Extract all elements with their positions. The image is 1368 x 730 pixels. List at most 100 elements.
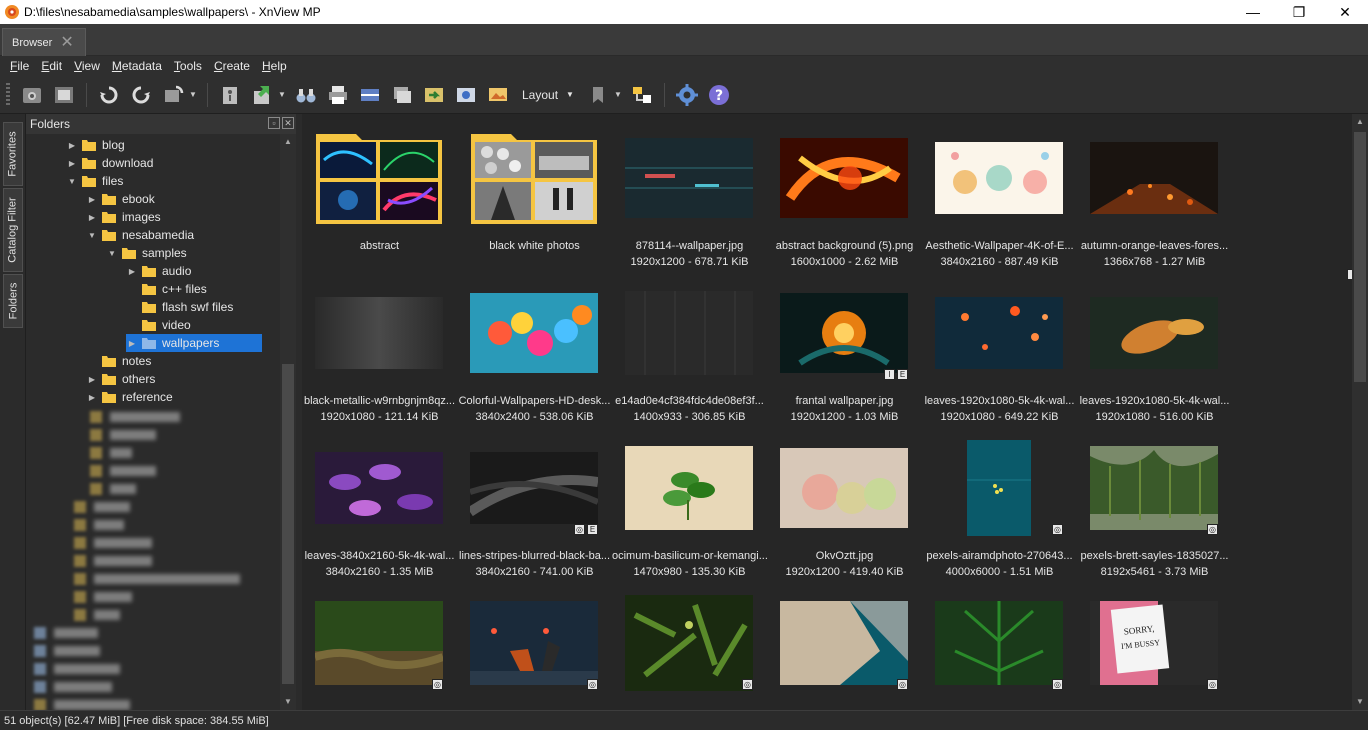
thumbnail-item[interactable]: e14ad0e4cf384fdc4de08ef3f... 1400x933 - … xyxy=(612,269,764,423)
menu-tools[interactable]: Tools xyxy=(168,59,208,73)
batch-convert-icon[interactable] xyxy=(388,81,416,109)
thumbnail-item[interactable]: black-metallic-w9rnbgnjm8qz... 1920x1080… xyxy=(302,269,455,423)
bookmark-dropdown-icon[interactable]: ▼ xyxy=(614,81,622,109)
folder-tree-icon[interactable] xyxy=(628,81,656,109)
chevron-right-icon[interactable]: ▶ xyxy=(66,159,78,168)
rotate-right-icon[interactable] xyxy=(127,81,155,109)
chevron-right-icon[interactable]: ▶ xyxy=(126,339,138,348)
scroll-down-icon[interactable]: ▼ xyxy=(1352,694,1368,710)
acquire-icon[interactable] xyxy=(18,81,46,109)
thumbnail-item[interactable]: leaves-3840x2160-5k-4k-wal... 3840x2160 … xyxy=(302,424,454,578)
chevron-down-icon[interactable]: ▼ xyxy=(106,249,118,258)
folder-tree-scrollbar[interactable]: ▲ ▼ xyxy=(280,134,296,710)
scan-icon[interactable] xyxy=(356,81,384,109)
thumbnail-item[interactable]: abstract background (5).png 1600x1000 - … xyxy=(767,114,917,268)
tab-browser[interactable]: Browser ✕ xyxy=(2,28,86,56)
thumbnail-item[interactable]: SORRY, I'M BUSSY xyxy=(1077,579,1227,710)
slideshow-icon[interactable] xyxy=(484,81,512,109)
sidetab-folders[interactable]: Folders xyxy=(3,274,23,328)
export-icon[interactable] xyxy=(248,81,276,109)
chevron-right-icon[interactable]: ▶ xyxy=(86,393,98,402)
menu-file[interactable]: File xyxy=(4,59,35,73)
layout-dropdown[interactable]: Layout ▼ xyxy=(522,88,574,102)
close-window-button[interactable]: ✕ xyxy=(1322,0,1368,24)
maximize-button[interactable]: ❐ xyxy=(1276,0,1322,24)
menu-metadata[interactable]: Metadata xyxy=(106,59,168,73)
chevron-right-icon[interactable]: ▶ xyxy=(86,375,98,384)
close-icon[interactable]: ✕ xyxy=(60,34,73,51)
convert-icon[interactable] xyxy=(420,81,448,109)
fullscreen-icon[interactable] xyxy=(50,81,78,109)
thumbnail-item[interactable] xyxy=(457,579,607,710)
toolbar-grip[interactable] xyxy=(6,82,10,107)
thumbnail-item[interactable]: OkvOztt.jpg 1920x1200 - 419.40 KiB xyxy=(767,424,917,578)
tree-item-flash-swf-files[interactable]: flash swf files xyxy=(126,298,233,316)
thumbnail-item[interactable] xyxy=(612,579,762,710)
chevron-right-icon[interactable]: ▶ xyxy=(86,213,98,222)
tree-item-wallpapers[interactable]: ▶ wallpapers xyxy=(126,334,262,352)
thumbnail-item[interactable]: pexels-airamdphoto-270643... 4000x6000 -… xyxy=(922,424,1073,578)
rotate-options-icon[interactable] xyxy=(159,81,187,109)
tree-item-c-files[interactable]: c++ files xyxy=(126,280,207,298)
thumbnail-item[interactable]: autumn-orange-leaves-fores... 1366x768 -… xyxy=(1077,114,1228,268)
chevron-right-icon[interactable]: ▶ xyxy=(126,267,138,276)
menu-edit[interactable]: Edit xyxy=(35,59,68,73)
folder-tree: ▶ blog ▶ download ▼ files ▶ ebook ▶ images ▼ nesaba… xyxy=(26,134,280,710)
scroll-down-icon[interactable]: ▼ xyxy=(280,694,296,710)
thumbnail-item[interactable]: 878114--wallpaper.jpg 1920x1200 - 678.71… xyxy=(612,114,762,268)
tree-item-nesabamedia[interactable]: ▼ nesabamedia xyxy=(86,226,194,244)
float-panel-icon[interactable]: ▫ xyxy=(268,117,280,129)
menu-create[interactable]: Create xyxy=(208,59,256,73)
tree-item-files[interactable]: ▼ files xyxy=(66,172,123,190)
scrollbar-thumb[interactable] xyxy=(282,364,294,684)
thumbnail-item[interactable]: Aesthetic-Wallpaper-4K-of-E... 3840x2160… xyxy=(922,114,1074,268)
thumbnail-item[interactable] xyxy=(767,579,917,710)
menu-view[interactable]: View xyxy=(68,59,106,73)
thumbnail-item[interactable]: frantal wallpaper.jpg 1920x1200 - 1.03 M… xyxy=(767,269,1352,423)
minimize-button[interactable]: — xyxy=(1230,0,1276,24)
thumbnail-item[interactable] xyxy=(302,579,452,710)
tree-item-video[interactable]: video xyxy=(126,316,191,334)
chevron-down-icon[interactable]: ▼ xyxy=(86,231,98,240)
thumbnail-item[interactable]: ocimum-basilicum-or-kemangi... 1470x980 … xyxy=(612,424,767,578)
sidetab-catalog-filter[interactable]: Catalog Filter xyxy=(3,188,23,272)
thumbnail-item[interactable]: lines-stripes-blurred-black-ba... 3840x2… xyxy=(457,424,610,578)
thumbnail-grid-scrollbar[interactable]: ▲ ▼ xyxy=(1352,114,1368,710)
thumbnail-item[interactable]: Colorful-Wallpapers-HD-desk... 3840x2400… xyxy=(457,269,610,423)
screen-capture-icon[interactable] xyxy=(452,81,480,109)
tree-item-images[interactable]: ▶ images xyxy=(86,208,161,226)
thumbnail-item[interactable]: black white photos xyxy=(457,114,607,264)
thumbnail-item[interactable]: pexels-brett-sayles-1835027... 8192x5461… xyxy=(1077,424,1228,578)
settings-gear-icon[interactable] xyxy=(673,81,701,109)
tree-item-samples[interactable]: ▼ samples xyxy=(106,244,187,262)
scroll-up-icon[interactable]: ▲ xyxy=(1352,114,1368,130)
print-icon[interactable] xyxy=(324,81,352,109)
scrollbar-thumb[interactable] xyxy=(1354,132,1366,382)
help-icon[interactable]: ? xyxy=(705,81,733,109)
menu-help[interactable]: Help xyxy=(256,59,293,73)
scroll-up-icon[interactable]: ▲ xyxy=(280,134,296,150)
thumbnail-item[interactable]: leaves-1920x1080-5k-4k-wal... 1920x1080 … xyxy=(922,269,1074,423)
properties-icon[interactable] xyxy=(216,81,244,109)
thumbnail-item[interactable] xyxy=(922,579,1072,710)
bookmark-icon[interactable] xyxy=(584,81,612,109)
rotate-dropdown-icon[interactable]: ▼ xyxy=(189,81,197,109)
tree-item-reference[interactable]: ▶ reference xyxy=(86,388,173,406)
tree-item-download[interactable]: ▶ download xyxy=(66,154,153,172)
close-panel-icon[interactable]: ✕ xyxy=(282,117,294,129)
chevron-right-icon[interactable]: ▶ xyxy=(66,141,78,150)
chevron-right-icon[interactable]: ▶ xyxy=(86,195,98,204)
find-binoculars-icon[interactable] xyxy=(292,81,320,109)
tree-item-ebook[interactable]: ▶ ebook xyxy=(86,190,155,208)
tree-item-blog[interactable]: ▶ blog xyxy=(66,136,125,154)
export-dropdown-icon[interactable]: ▼ xyxy=(278,81,286,109)
thumbnail-item[interactable]: abstract xyxy=(302,114,452,264)
tree-item-audio[interactable]: ▶ audio xyxy=(126,262,191,280)
folder-thumbnail xyxy=(314,124,444,232)
chevron-down-icon[interactable]: ▼ xyxy=(66,177,78,186)
sidetab-favorites[interactable]: Favorites xyxy=(3,122,23,186)
rotate-left-icon[interactable] xyxy=(95,81,123,109)
tree-item-others[interactable]: ▶ others xyxy=(86,370,155,388)
thumbnail-item[interactable]: leaves-1920x1080-5k-4k-wal... 1920x1080 … xyxy=(1077,269,1229,423)
tree-item-notes[interactable]: notes xyxy=(86,352,151,370)
